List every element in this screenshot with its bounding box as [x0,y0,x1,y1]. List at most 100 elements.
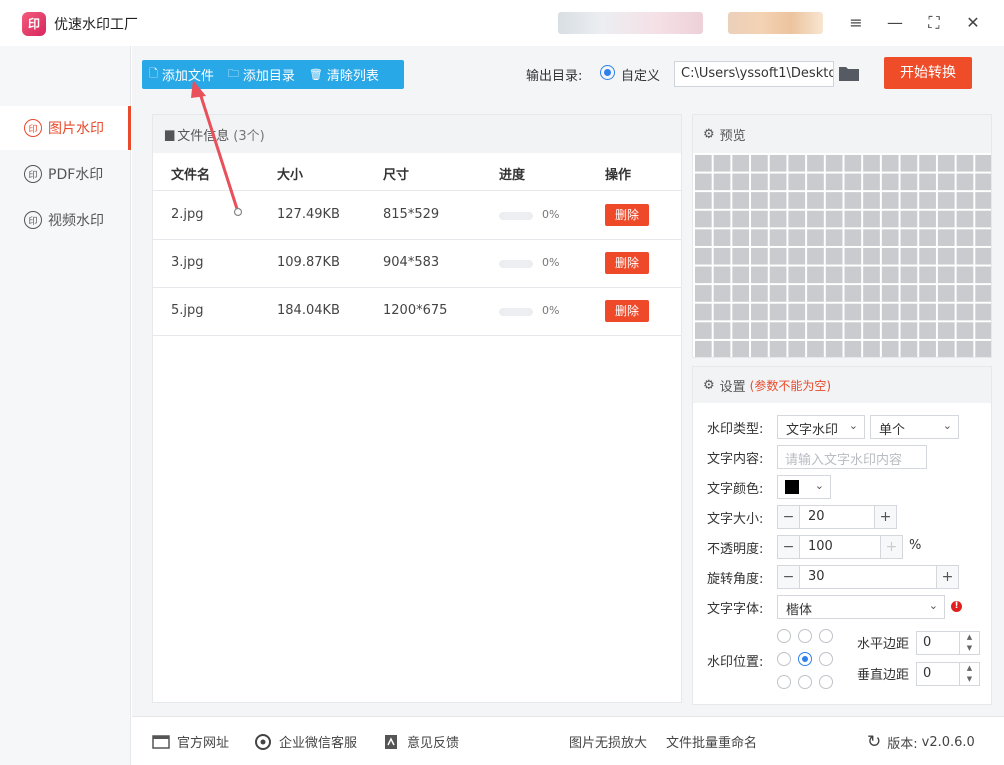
clear-list-button[interactable]: 🗑 清除列表 [302,60,386,89]
custom-radio[interactable] [600,65,615,80]
file-size: 109.87KB [277,255,340,270]
position-bottom-right[interactable] [819,675,833,689]
chevron-down-icon: ⌄ [848,419,858,432]
text-content-input[interactable]: 请输入文字水印内容 [777,445,927,469]
file-size: 184.04KB [277,303,340,318]
spinner-arrows-icon[interactable]: ▲ ▼ [959,663,979,685]
lossless-upscale-link[interactable]: 图片无损放大 [569,732,647,751]
feedback-link[interactable]: 意见反馈 [382,732,459,751]
watermark-type-select[interactable]: 文字水印 ⌄ [777,415,865,439]
position-top-right[interactable] [819,629,833,643]
position-top-center[interactable] [798,629,812,643]
minus-icon[interactable]: − [778,506,800,528]
title-bar: 印 优速水印工厂 ≡ — ⛶ ✕ [0,0,1004,46]
text-size-stepper[interactable]: − 20 + [777,505,897,529]
text-content-label: 文字内容: [707,452,764,467]
position-bottom-center[interactable] [798,675,812,689]
blurred-account-badge [728,12,823,34]
add-file-label: 添加文件 [161,69,214,84]
trash-icon: 🗑 [308,68,323,81]
minus-icon[interactable]: − [778,566,800,588]
progress-bar [499,212,533,220]
version-label: 版本: [887,736,918,752]
table-row[interactable]: 2.jpg 127.49KB 815*529 0% 删除 [153,192,681,240]
delete-button[interactable]: 删除 [605,252,649,274]
batch-rename-label: 文件批量重命名 [666,736,758,751]
position-middle-center[interactable] [798,652,812,666]
chevron-down-icon: ⌄ [942,419,952,432]
clear-list-label: 清除列表 [326,69,379,84]
rotation-stepper[interactable]: − 30 + [777,565,959,589]
batch-rename-link[interactable]: 文件批量重命名 [666,732,757,751]
settings-warning: (参数不能为空) [749,378,832,393]
file-list-panel: ▆ 文件信息 (3个) 文件名 大小 尺寸 进度 操作 2.jpg 127.49… [152,114,682,703]
table-row[interactable]: 5.jpg 184.04KB 1200*675 0% 删除 [153,288,681,336]
menu-icon[interactable]: ≡ [844,12,868,34]
delete-button[interactable]: 删除 [605,204,649,226]
opacity-label: 不透明度: [707,542,764,557]
feedback-label: 意见反馈 [407,736,460,751]
settings-header: ⚙ 设置 (参数不能为空) [693,367,991,403]
plus-icon[interactable]: + [880,536,902,558]
progress-text: 0% [542,256,560,269]
preview-panel: ⚙ 预览 [692,114,992,358]
file-dimensions: 1200*675 [383,303,448,318]
sidebar-item-pdf-watermark[interactable]: 印 PDF水印 [0,152,131,196]
sidebar: 印 图片水印 印 PDF水印 印 视频水印 [0,46,131,765]
output-path-input[interactable]: C:\Users\yssoft1\Desktop [674,61,834,87]
position-middle-left[interactable] [777,652,791,666]
file-dimensions: 815*529 [383,207,440,222]
v-margin-spinner[interactable]: 0 ▲ ▼ [916,662,980,686]
sidebar-item-image-watermark[interactable]: 印 图片水印 [0,106,131,150]
opacity-stepper[interactable]: − 100 + [777,535,903,559]
minus-icon[interactable]: − [778,536,800,558]
maximize-icon[interactable]: ⛶ [922,12,946,34]
version-number: v2.0.6.0 [921,734,975,750]
file-panel-header: ▆ 文件信息 (3个) [153,115,681,153]
h-margin-spinner[interactable]: 0 ▲ ▼ [916,631,980,655]
folder-icon[interactable] [838,64,860,82]
h-margin-label: 水平边距 [857,637,910,652]
v-margin-label: 垂直边距 [857,668,910,683]
spinner-arrows-icon[interactable]: ▲ ▼ [959,632,979,654]
stamp-icon: 印 [24,211,42,229]
position-middle-right[interactable] [819,652,833,666]
refresh-icon: ↻ [867,732,882,752]
website-link[interactable]: 官方网址 [152,732,229,751]
plus-icon[interactable]: + [874,506,896,528]
position-bottom-left[interactable] [777,675,791,689]
watermark-mode-value: 单个 [879,423,906,438]
document-icon: ▆ [165,127,175,141]
settings-title: 设置 [719,379,746,395]
file-name: 2.jpg [171,207,204,222]
progress-bar [499,308,533,316]
wechat-service-link[interactable]: 企业微信客服 [254,732,357,751]
file-dimensions: 904*583 [383,255,440,270]
app-logo-icon: 印 [22,12,46,36]
plus-icon[interactable]: + [936,566,958,588]
v-margin-value: 0 [923,666,932,681]
table-header: 文件名 大小 尺寸 进度 操作 [153,153,681,191]
app-title: 优速水印工厂 [54,17,138,33]
sidebar-item-video-watermark[interactable]: 印 视频水印 [0,198,131,242]
add-directory-button[interactable]: 🗀 添加目录 [221,60,302,89]
watermark-type-label: 水印类型: [707,422,764,437]
table-row[interactable]: 3.jpg 109.87KB 904*583 0% 删除 [153,240,681,288]
delete-button[interactable]: 删除 [605,300,649,322]
version-info[interactable]: ↻ 版本: v2.0.6.0 [867,732,975,752]
folder-outline-icon: 🗀 [227,67,239,80]
watermark-type-value: 文字水印 [786,423,839,438]
file-count: (3个) [233,128,265,144]
minimize-icon[interactable]: — [883,12,907,34]
sidebar-item-label: PDF水印 [48,167,104,183]
text-color-picker[interactable]: ⌄ [777,475,831,499]
add-file-button[interactable]: 🗋 添加文件 [142,60,221,89]
watermark-mode-select[interactable]: 单个 ⌄ [870,415,959,439]
position-top-left[interactable] [777,629,791,643]
output-dir-label: 输出目录: [526,69,583,84]
text-size-value: 20 [808,509,825,524]
font-select[interactable]: 楷体 ⌄ [777,595,945,619]
close-icon[interactable]: ✕ [961,12,985,34]
start-convert-button[interactable]: 开始转换 [884,57,972,89]
custom-radio-label[interactable]: 自定义 [621,65,660,84]
